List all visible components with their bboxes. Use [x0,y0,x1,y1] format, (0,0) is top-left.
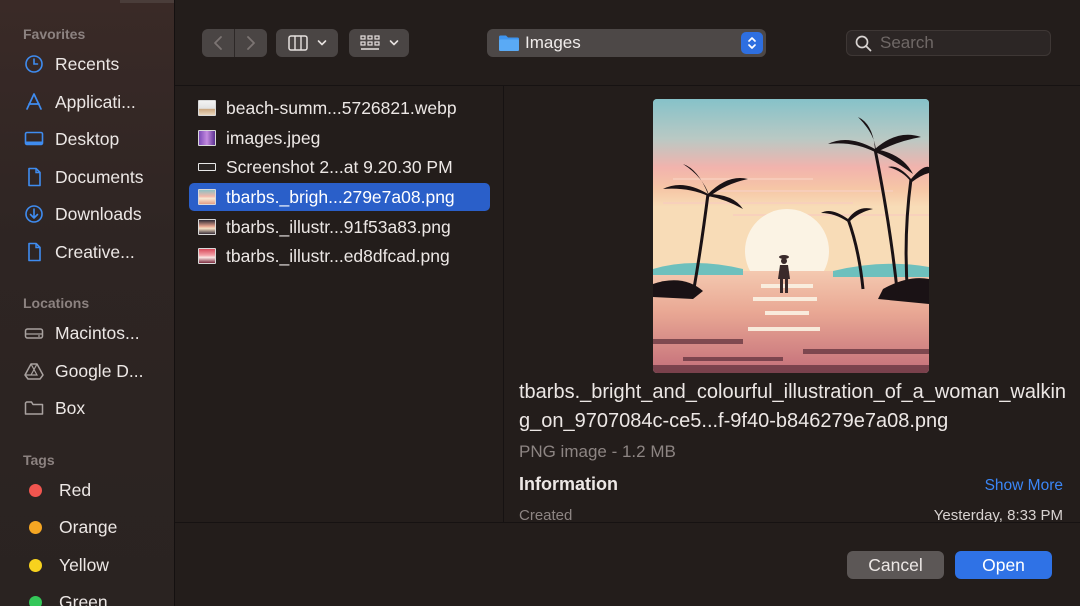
document-icon [23,241,45,263]
tag-dot-icon [29,595,42,606]
show-more-link[interactable]: Show More [985,477,1063,495]
sidebar-item-label: Recents [55,53,120,74]
search-box[interactable] [846,30,1051,56]
sidebar-item-label: Macintos... [55,322,140,343]
sidebar-item-label: Downloads [55,203,142,224]
chevron-updown-icon [748,37,756,49]
image-thumbnail-icon [198,163,216,171]
file-name: images.jpeg [226,127,321,148]
location-popup[interactable]: Images [487,29,766,57]
sidebar-tag-orange[interactable]: Orange [23,512,117,542]
favorites-header: Favorites [23,26,86,42]
sidebar-tag-green[interactable]: Green [23,587,108,606]
columns-view-icon [287,35,308,51]
sidebar-item-label: Box [55,397,86,418]
chevron-left-icon [214,36,222,50]
document-icon [23,166,45,188]
sidebar-tag-red[interactable]: Red [23,475,91,505]
file-name: tbarbs._brigh...279e7a08.png [226,186,455,207]
chevron-down-icon [389,40,398,46]
sidebar-item-applications[interactable]: Applicati... [23,87,136,117]
file-list: beach-summ...5726821.webp images.jpeg Sc… [175,86,504,522]
image-thumbnail-icon [198,248,216,264]
sidebar-item-label: Green [59,591,108,606]
file-name: tbarbs._illustr...91f53a83.png [226,216,451,237]
back-button[interactable] [202,29,234,57]
file-row-illustr-2[interactable]: tbarbs._illustr...ed8dfcad.png [189,242,490,270]
folder-icon [499,35,519,51]
preview-image [653,99,929,373]
sidebar-item-label: Orange [59,516,118,537]
open-button[interactable]: Open [955,551,1052,579]
window-edge [120,0,174,3]
desktop-icon [23,128,45,150]
sidebar-item-desktop[interactable]: Desktop [23,124,119,154]
image-thumbnail-icon [198,219,216,235]
view-mode-button[interactable] [276,29,338,57]
file-row-bright-png[interactable]: tbarbs._brigh...279e7a08.png [189,183,490,211]
sidebar-item-label: Google D... [55,360,144,381]
sidebar-item-label: Desktop [55,128,120,149]
tags-header: Tags [23,452,55,468]
nav-buttons [202,29,267,57]
chevron-right-icon [247,36,255,50]
file-row-images-jpeg[interactable]: images.jpeg [189,124,490,152]
sidebar-item-downloads[interactable]: Downloads [23,199,142,229]
file-name: tbarbs._illustr...ed8dfcad.png [226,245,450,266]
file-row-illustr-1[interactable]: tbarbs._illustr...91f53a83.png [189,213,490,241]
sidebar-item-box[interactable]: Box [23,393,85,423]
forward-button[interactable] [235,29,267,57]
sidebar-item-label: Creative... [55,241,135,262]
sidebar-item-macintosh[interactable]: Macintos... [23,318,140,348]
preview-panel: tbarbs._bright_and_colourful_illustratio… [505,86,1080,522]
sidebar-item-documents[interactable]: Documents [23,162,144,192]
sidebar-item-creative[interactable]: Creative... [23,237,135,267]
tag-dot-icon [29,520,42,534]
tag-dot-icon [29,558,42,572]
cancel-button[interactable]: Cancel [847,551,944,579]
preview-filename: tbarbs._bright_and_colourful_illustratio… [519,381,1067,432]
file-row-screenshot[interactable]: Screenshot 2...at 9.20.30 PM [189,153,490,181]
created-value: Yesterday, 8:33 PM [933,507,1063,522]
preview-kind: PNG image - 1.2 MB [519,442,676,461]
download-icon [23,203,45,225]
tag-dot-icon [29,483,42,497]
file-name: Screenshot 2...at 9.20.30 PM [226,156,453,177]
information-header: Information [519,474,618,494]
search-icon [855,35,872,51]
file-name: beach-summ...5726821.webp [226,97,457,118]
grid-group-icon [359,35,380,50]
main-panel: Images beach-summ...5726821.webp images.… [175,0,1080,606]
sidebar-item-label: Yellow [59,554,109,575]
sidebar-tag-yellow[interactable]: Yellow [23,550,109,580]
location-label: Images [525,33,581,52]
sidebar: Favorites Recents Applicati... Desktop D… [0,0,175,606]
clock-icon [23,53,45,75]
image-thumbnail-icon [198,130,216,146]
image-thumbnail-icon [198,189,216,205]
applications-icon [23,91,45,113]
locations-header: Locations [23,295,90,311]
bottom-bar: Cancel Open [175,522,1080,606]
location-stepper[interactable] [741,32,763,54]
sidebar-item-label: Red [59,479,92,500]
file-row-beach-webp[interactable]: beach-summ...5726821.webp [189,94,490,122]
image-thumbnail-icon [198,100,216,116]
sidebar-item-recents[interactable]: Recents [23,49,119,79]
drive-icon [23,322,45,344]
google-drive-icon [23,360,45,382]
created-label: Created [519,507,573,522]
search-input[interactable] [880,33,1040,53]
folder-icon [23,397,45,419]
group-by-button[interactable] [349,29,409,57]
chevron-down-icon [317,40,326,46]
sidebar-item-google-drive[interactable]: Google D... [23,356,144,386]
sidebar-item-label: Applicati... [55,91,136,112]
toolbar: Images [175,0,1080,86]
sidebar-item-label: Documents [55,166,144,187]
